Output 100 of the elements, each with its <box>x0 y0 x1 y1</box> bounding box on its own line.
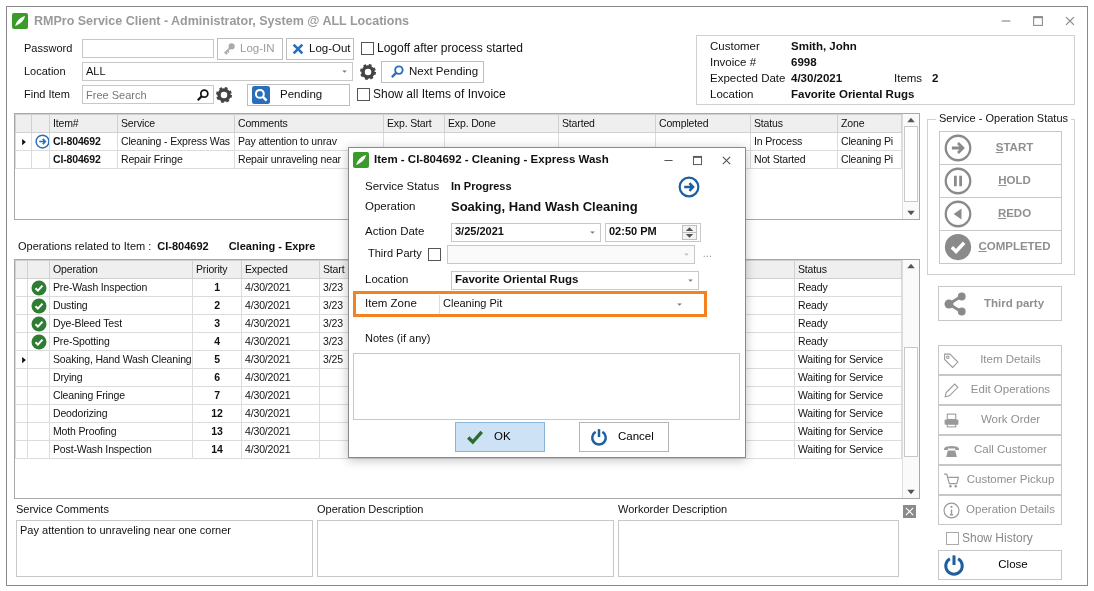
table-cell: In Process <box>750 132 838 151</box>
status-value: In Progress <box>451 180 512 194</box>
arrow-circle-icon[interactable] <box>678 176 700 198</box>
date-picker[interactable]: 3/25/2021 <box>451 222 601 242</box>
maximize-icon[interactable] <box>1031 14 1045 28</box>
table-cell: 12 <box>192 404 242 423</box>
table-cell: 2 <box>192 296 242 315</box>
pane-title: Workorder Description <box>618 503 729 517</box>
field-label: Password <box>24 41 74 56</box>
info-icon <box>943 501 960 519</box>
column-header[interactable]: Service <box>117 114 235 133</box>
checkbox-label: Show History <box>962 531 1033 546</box>
close-icon[interactable] <box>903 505 916 518</box>
search-icon <box>252 85 270 104</box>
table-cell: Cleaning Pi <box>837 150 902 169</box>
table-cell: Ready <box>794 314 902 333</box>
table-cell: 3 <box>192 314 242 333</box>
scrollbar[interactable] <box>902 260 919 498</box>
info-label: Items <box>894 72 924 86</box>
table-cell: Not Started <box>750 150 838 169</box>
section-label: Operations related to Item : <box>18 240 152 254</box>
location-select[interactable]: Favorite Oriental Rugs <box>451 270 699 290</box>
column-header[interactable]: Status <box>750 114 838 133</box>
settings-icon[interactable] <box>216 86 232 103</box>
column-header[interactable]: Exp. Done <box>444 114 559 133</box>
password-field[interactable] <box>82 39 214 58</box>
search-field[interactable]: Free Search <box>82 85 214 104</box>
table-cell: Waiting for Service <box>794 440 902 459</box>
ok-button[interactable]: OK <box>455 422 545 452</box>
table-cell: 6 <box>192 368 242 387</box>
column-header[interactable]: Started <box>558 114 656 133</box>
next-pending-button[interactable]: Next Pending <box>381 60 484 83</box>
table-cell: CI-804692 <box>49 150 118 169</box>
table-cell: Ready <box>794 332 902 351</box>
checkbox[interactable] <box>427 247 441 261</box>
pending-button[interactable]: Pending <box>247 83 350 106</box>
table-cell: 4/30/2021 <box>241 296 320 315</box>
cart-icon <box>943 471 960 489</box>
close-button[interactable]: Close <box>938 550 1062 581</box>
table-cell: Cleaning - Express Was <box>117 132 235 151</box>
checkbox[interactable] <box>361 42 374 55</box>
table-cell: Cleaning Fringe <box>49 386 193 405</box>
settings-icon[interactable] <box>360 63 376 80</box>
info-label: Expected Date <box>710 72 787 86</box>
table-cell: Deodorizing <box>49 404 193 423</box>
window-title: RMPro Service Client - Administrator, System @ ALL Locations <box>34 13 409 29</box>
logout-button[interactable]: Log-Out <box>286 37 354 60</box>
table-cell: Dusting <box>49 296 193 315</box>
start-icon <box>944 134 972 162</box>
table-cell: CI-804692 <box>49 132 118 151</box>
table-cell: 4/30/2021 <box>241 386 320 405</box>
table-cell: 5 <box>192 350 242 369</box>
field-label: Operation <box>365 200 417 214</box>
column-header[interactable]: Exp. Start <box>383 114 445 133</box>
column-header[interactable]: Status <box>794 260 902 279</box>
tag-icon <box>943 351 960 369</box>
field-label: Location <box>24 64 67 79</box>
table-cell: 4 <box>192 332 242 351</box>
table-cell: 7 <box>192 386 242 405</box>
table-cell: Moth Proofing <box>49 422 193 441</box>
pause-icon <box>944 167 972 195</box>
location-select[interactable]: ALL <box>82 62 353 81</box>
time-field[interactable]: 02:50 PM <box>605 222 701 242</box>
column-header[interactable]: Expected <box>241 260 320 279</box>
column-header[interactable]: Operation <box>49 260 193 279</box>
table-cell: 1 <box>192 278 242 297</box>
checkbox[interactable] <box>357 88 370 101</box>
table-cell: 4/30/2021 <box>241 332 320 351</box>
column-header[interactable]: Item# <box>49 114 118 133</box>
column-header[interactable]: Completed <box>655 114 751 133</box>
table-cell: 13 <box>192 422 242 441</box>
table-cell: Post-Wash Inspection <box>49 440 193 459</box>
info-value: 4/30/2021 <box>791 72 844 86</box>
table-cell: 4/30/2021 <box>241 314 320 333</box>
key-icon <box>222 41 236 56</box>
pencil-icon <box>943 381 960 399</box>
text-area[interactable]: Pay attention to unraveling near one corner <box>16 520 313 578</box>
dropdown-caret-icon[interactable] <box>340 67 349 76</box>
close-icon[interactable] <box>1063 14 1077 28</box>
search-icon <box>390 64 405 79</box>
scrollbar-thumb[interactable] <box>904 347 918 457</box>
scrollbar[interactable] <box>902 114 919 219</box>
checkbox[interactable] <box>946 531 959 545</box>
table-cell: 14 <box>192 440 242 459</box>
column-header[interactable]: Zone <box>837 114 902 133</box>
notes-field[interactable] <box>353 353 740 420</box>
field-label: Third Party <box>368 247 422 261</box>
column-header[interactable]: Comments <box>234 114 384 133</box>
table-cell: 4/30/2021 <box>241 404 320 423</box>
power-icon <box>943 554 965 577</box>
table-cell: 4/30/2021 <box>241 350 320 369</box>
maximize-icon[interactable] <box>691 153 704 167</box>
table-cell: Waiting for Service <box>794 368 902 387</box>
column-header[interactable]: Priority <box>192 260 242 279</box>
table-cell: Pre-Wash Inspection <box>49 278 193 297</box>
cancel-button[interactable]: Cancel <box>579 422 669 452</box>
check-circle-icon <box>944 233 972 261</box>
scrollbar-thumb[interactable] <box>904 126 918 202</box>
spinner-icon[interactable] <box>682 224 697 240</box>
printer-icon <box>943 411 960 429</box>
